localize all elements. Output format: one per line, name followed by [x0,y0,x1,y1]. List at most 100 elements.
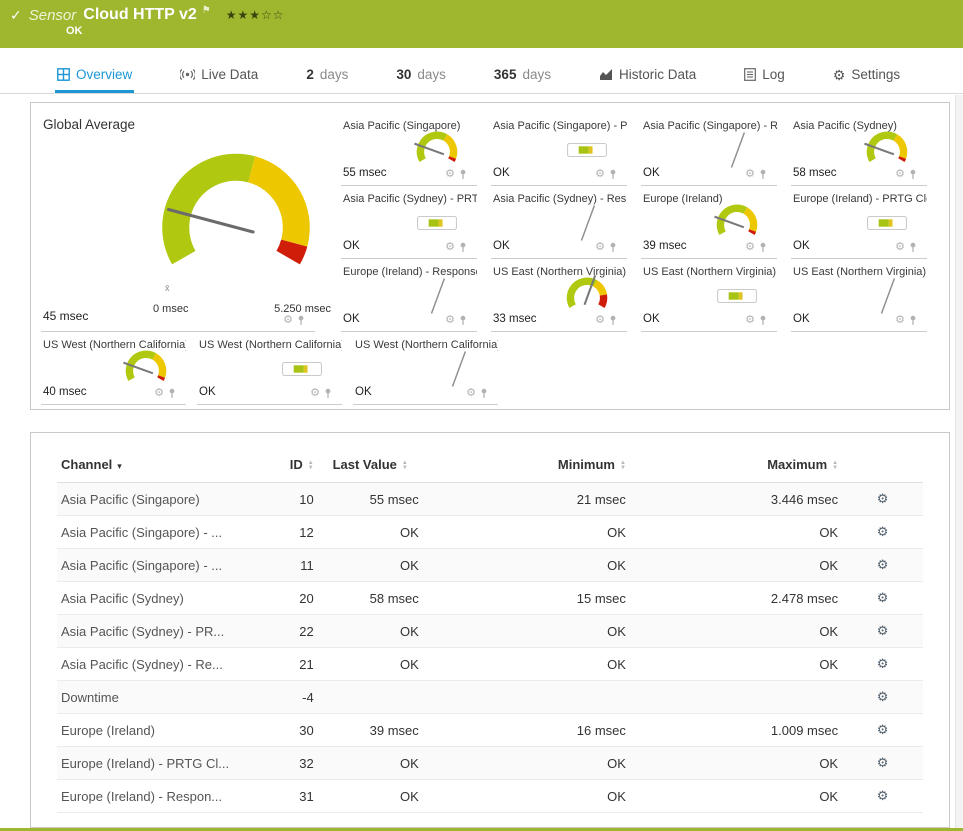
pin-icon[interactable] [609,315,617,326]
gear-icon[interactable]: ⚙ [310,388,320,399]
gear-icon[interactable]: ⚙ [154,388,164,399]
column-header-channel[interactable]: Channel ▾ [57,443,255,483]
gear-icon[interactable]: ⚙ [595,242,605,253]
cell-last-value: OK [399,755,419,771]
sensor-status-badge: OK [66,25,83,37]
tab-365-days[interactable]: 365 days [492,58,553,93]
channel-value: OK [493,240,510,252]
tab-overview[interactable]: Overview [55,58,134,93]
pin-icon[interactable] [324,388,332,399]
channel-gauge-tile: US East (Northern Virginia) - ... OK ⚙ [791,259,927,332]
column-header-actions [842,443,923,483]
pin-icon[interactable] [459,169,467,180]
pin-icon[interactable] [459,242,467,253]
pin-icon[interactable] [759,169,767,180]
gear-icon[interactable]: ⚙ [895,169,905,180]
channel-settings-icon[interactable]: ⚙ [877,491,889,506]
channel-gauge-tile: US West (Northern California)... OK ⚙ [197,332,342,405]
gear-icon[interactable]: ⚙ [445,169,455,180]
pin-icon[interactable] [459,315,467,326]
tab-label: Overview [76,67,133,82]
column-header-id[interactable]: ID ▲ ▼ [255,443,318,483]
cell-channel: Europe (Ireland) - PRTG Cl... [61,755,230,771]
gear-icon[interactable]: ⚙ [745,242,755,253]
table-row: Europe (Ireland) 30 39 msec 16 msec 1.00… [57,714,923,747]
gear-icon[interactable]: ⚙ [595,315,605,326]
cell-minimum [423,681,630,714]
cell-id: 30 [299,722,314,738]
cell-minimum: OK [607,656,626,672]
cell-channel: Asia Pacific (Singapore) [61,491,200,507]
column-header-minimum[interactable]: Minimum ▲ ▼ [423,443,630,483]
channel-value: OK [355,386,372,398]
channel-value: OK [793,313,810,325]
sort-icon: ▲ ▼ [832,459,839,471]
cell-id: -4 [302,689,314,705]
channel-settings-icon[interactable]: ⚙ [877,623,889,638]
table-row: Europe (Ireland) - Respon... 31 OK OK OK… [57,780,923,813]
channel-settings-icon[interactable]: ⚙ [877,590,889,605]
channel-settings-icon[interactable]: ⚙ [877,689,889,704]
gear-icon[interactable]: ⚙ [745,315,755,326]
tab-label: Historic Data [618,67,697,82]
cell-id: 31 [299,788,314,804]
gauge-min-label: 0 msec [153,303,189,315]
tab-log[interactable]: Log [742,58,787,93]
global-average-value: 45 msec [43,309,89,323]
gear-icon[interactable]: ⚙ [283,315,293,326]
gauges-panel: Global Average x̄ 0 msec 5.250 msec 45 m… [30,102,950,410]
pin-icon[interactable] [609,242,617,253]
priority-stars[interactable]: ★★★☆☆ [226,8,285,22]
pin-icon[interactable] [759,242,767,253]
channel-settings-icon[interactable]: ⚙ [877,524,889,539]
gear-icon[interactable]: ⚙ [466,388,476,399]
cell-channel: Europe (Ireland) - Respon... [61,788,223,804]
flag-icon[interactable]: ⚑ [202,5,211,16]
gear-icon[interactable]: ⚙ [745,169,755,180]
pin-icon[interactable] [909,315,917,326]
channel-settings-icon[interactable]: ⚙ [877,755,889,770]
cell-channel: Asia Pacific (Sydney) - Re... [61,656,223,672]
pin-icon[interactable] [480,388,488,399]
channel-settings-icon[interactable]: ⚙ [877,722,889,737]
channel-settings-icon[interactable]: ⚙ [877,557,889,572]
log-list-icon [744,68,757,81]
mini-bar-gauge [409,199,465,247]
table-row: Europe (Ireland) - PRTG Cl... 32 OK OK O… [57,746,923,780]
cell-minimum: 15 msec [576,590,626,606]
gear-icon[interactable]: ⚙ [895,242,905,253]
channel-value: OK [493,167,510,179]
gear-icon[interactable]: ⚙ [895,315,905,326]
tab-historic-data[interactable]: Historic Data [597,58,698,93]
column-header-last-value[interactable]: Last Value ▲ ▼ [318,443,423,483]
pin-icon[interactable] [168,388,176,399]
channel-gauge-tile: Europe (Ireland) - PRTG Cloud... OK ⚙ [791,186,927,259]
pin-icon[interactable] [909,242,917,253]
cell-minimum: 16 msec [576,722,626,738]
cell-channel: Asia Pacific (Sydney) [61,590,184,606]
channel-settings-icon[interactable]: ⚙ [877,788,889,803]
pin-icon[interactable] [909,169,917,180]
tab-30-days[interactable]: 30 days [394,58,448,93]
cell-maximum: 2.478 msec [770,590,839,606]
channel-settings-icon[interactable]: ⚙ [877,656,889,671]
historic-chart-icon [599,69,612,80]
gear-icon[interactable]: ⚙ [445,242,455,253]
table-row: Downtime -4 ⚙ [57,680,923,714]
mini-arc-gauge [709,199,765,247]
channel-value: OK [793,240,810,252]
mini-bar-gauge [559,126,615,174]
pin-icon[interactable] [297,315,305,326]
channel-value: 33 msec [493,313,537,325]
tab-settings[interactable]: ⚙ Settings [831,58,902,93]
column-header-maximum[interactable]: Maximum ▲ ▼ [630,443,842,483]
status-check-icon: ✓ [10,6,22,23]
pin-icon[interactable] [609,169,617,180]
pin-icon[interactable] [759,315,767,326]
tab-2-days[interactable]: 2 days [304,58,350,93]
table-row: Asia Pacific (Sydney) - Re... 21 OK OK O… [57,648,923,681]
gear-icon[interactable]: ⚙ [445,315,455,326]
tab-live-data[interactable]: Live Data [178,58,260,93]
scrollbar-gutter[interactable] [955,95,963,831]
gear-icon[interactable]: ⚙ [595,169,605,180]
